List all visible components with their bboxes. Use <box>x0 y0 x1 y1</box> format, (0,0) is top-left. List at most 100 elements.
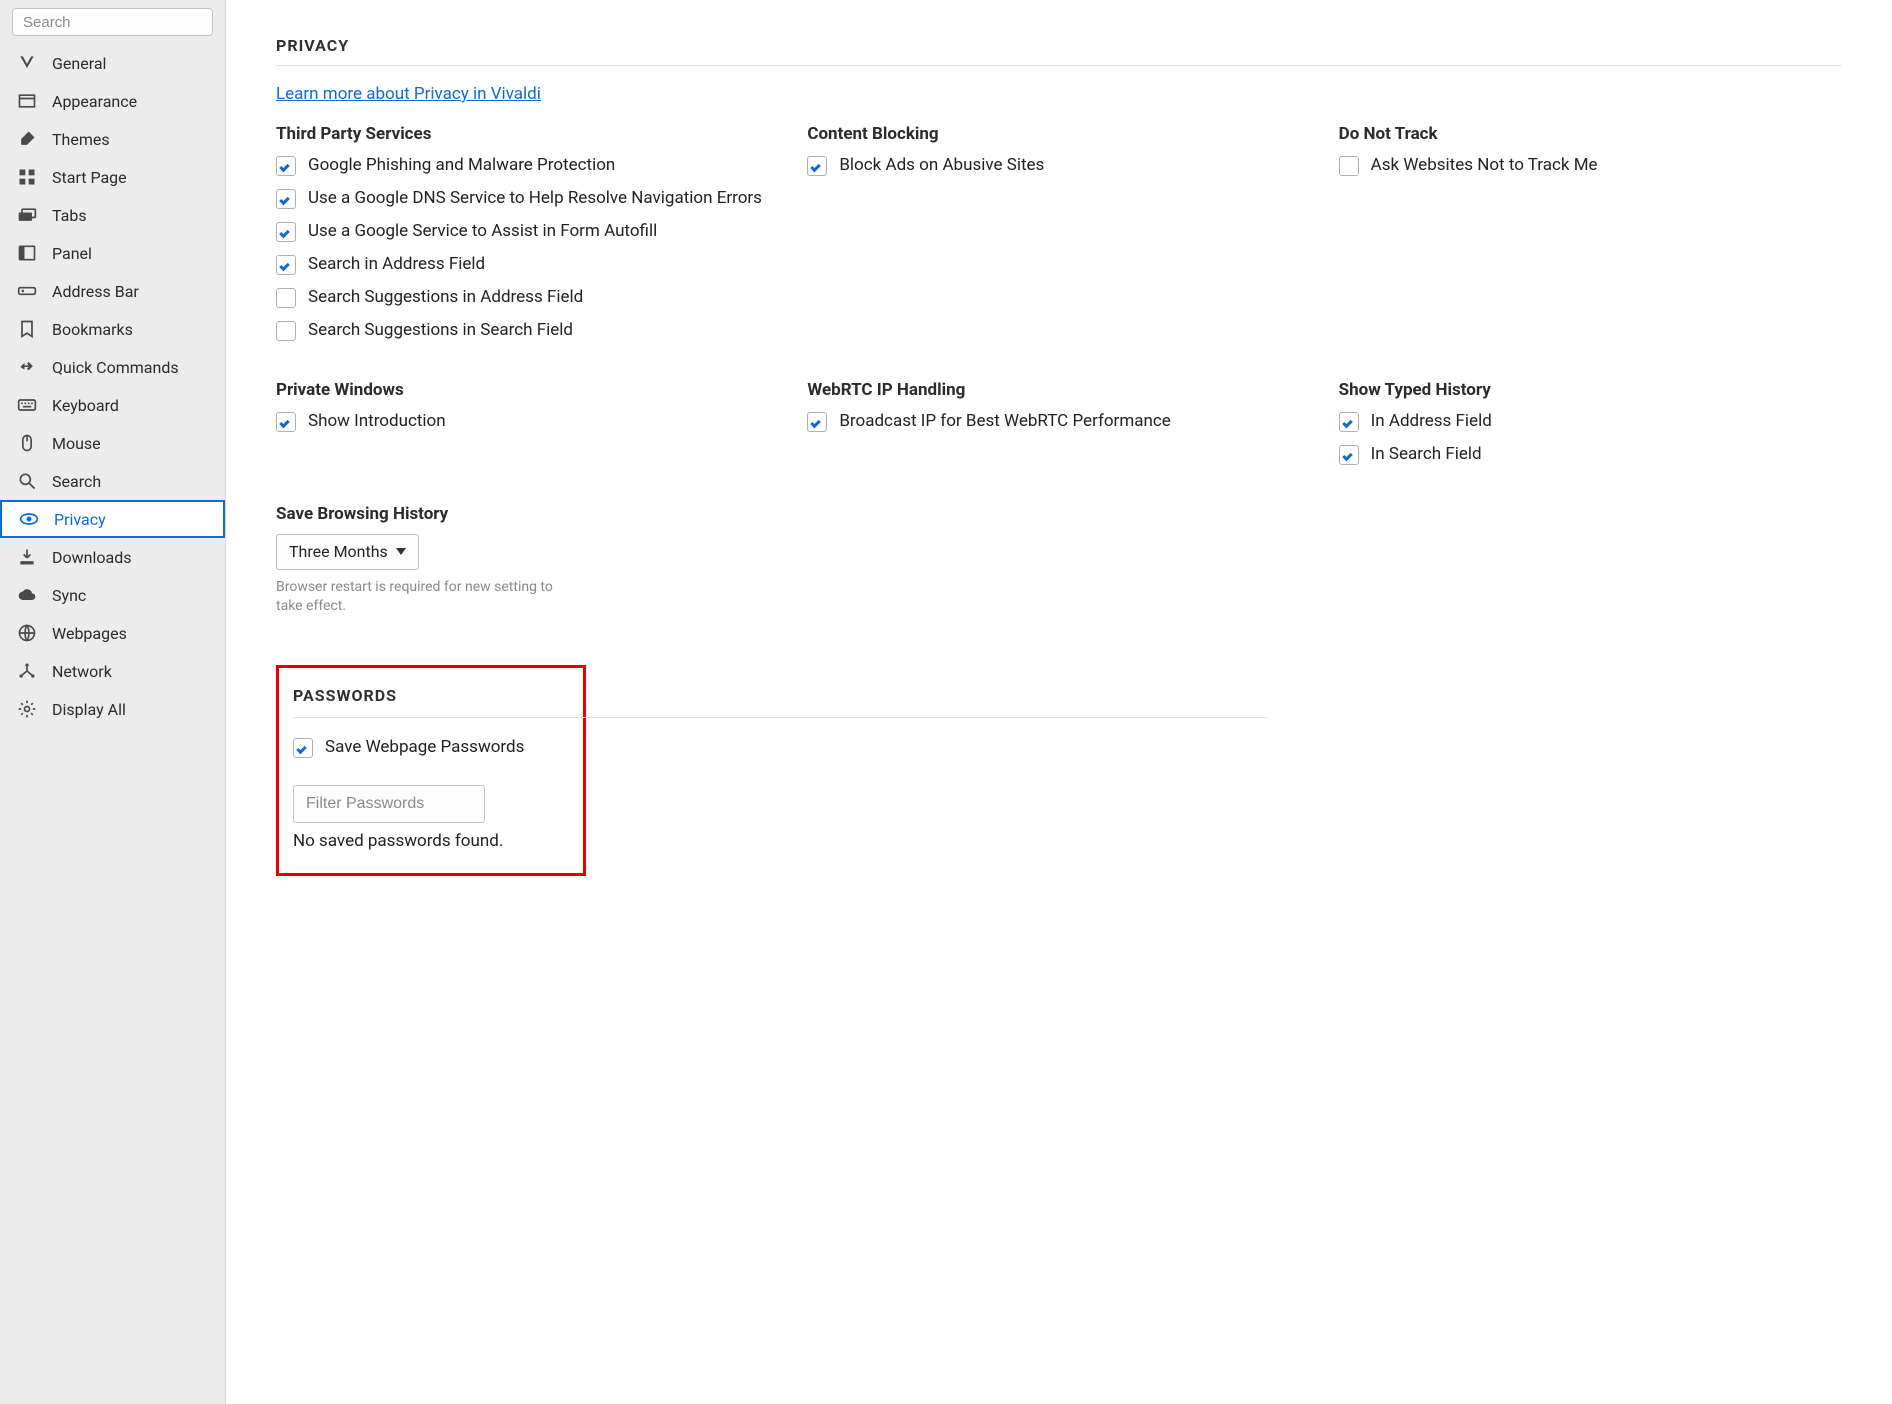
third-party-option-2[interactable]: Use a Google Service to Assist in Form A… <box>276 220 779 243</box>
sidebar-item-start-page[interactable]: Start Page <box>0 158 225 196</box>
save-history-value: Three Months <box>289 542 388 561</box>
sidebar-item-address-bar[interactable]: Address Bar <box>0 272 225 310</box>
third-party-col: Third Party Services Google Phishing and… <box>276 124 779 352</box>
sidebar-item-sync[interactable]: Sync <box>0 576 225 614</box>
save-history-block: Save Browsing History Three Months Brows… <box>276 504 1842 617</box>
third-party-checkbox-3[interactable] <box>276 255 296 275</box>
third-party-label-3: Search in Address Field <box>308 253 485 276</box>
brush-icon <box>16 128 38 150</box>
third-party-label-1: Use a Google DNS Service to Help Resolve… <box>308 187 762 210</box>
filter-passwords-input[interactable] <box>293 785 485 823</box>
do-not-track-checkbox-0[interactable] <box>1339 156 1359 176</box>
sidebar-item-label: Mouse <box>52 434 101 453</box>
privacy-top-grid: Third Party Services Google Phishing and… <box>276 124 1842 476</box>
typed-history-col: Show Typed History In Address Field In Se… <box>1339 380 1842 476</box>
sidebar-item-bookmarks[interactable]: Bookmarks <box>0 310 225 348</box>
third-party-checkbox-1[interactable] <box>276 189 296 209</box>
sidebar-item-label: Display All <box>52 700 126 719</box>
command-icon <box>16 356 38 378</box>
save-passwords-option[interactable]: Save Webpage Passwords <box>293 736 569 759</box>
sidebar-item-panel[interactable]: Panel <box>0 234 225 272</box>
typed-history-option-1[interactable]: In Search Field <box>1339 443 1842 466</box>
save-history-heading: Save Browsing History <box>276 504 1842 524</box>
sidebar-item-webpages[interactable]: Webpages <box>0 614 225 652</box>
dnt-heading: Do Not Track <box>1339 124 1842 144</box>
sidebar-item-label: Quick Commands <box>52 358 179 377</box>
eye-icon <box>18 508 40 530</box>
webrtc-checkbox-0[interactable] <box>807 412 827 432</box>
third-party-option-0[interactable]: Google Phishing and Malware Protection <box>276 154 779 177</box>
third-party-label-5: Search Suggestions in Search Field <box>308 319 573 342</box>
sidebar-item-label: Webpages <box>52 624 127 643</box>
content-blocking-label-0: Block Ads on Abusive Sites <box>839 154 1044 177</box>
typed-history-checkbox-1[interactable] <box>1339 445 1359 465</box>
third-party-checkbox-0[interactable] <box>276 156 296 176</box>
passwords-divider <box>293 717 1268 718</box>
sidebar-item-appearance[interactable]: Appearance <box>0 82 225 120</box>
webrtc-label-0: Broadcast IP for Best WebRTC Performance <box>839 410 1170 433</box>
sidebar-nav: General Appearance Themes Start Page Tabs Pan… <box>0 44 225 728</box>
third-party-label-2: Use a Google Service to Assist in Form A… <box>308 220 657 243</box>
save-history-select[interactable]: Three Months <box>276 534 419 570</box>
download-icon <box>16 546 38 568</box>
learn-more-link[interactable]: Learn more about Privacy in Vivaldi <box>276 84 541 104</box>
sidebar-item-label: General <box>52 54 106 73</box>
sidebar-item-label: Tabs <box>52 206 87 225</box>
private-windows-heading: Private Windows <box>276 380 779 400</box>
third-party-heading: Third Party Services <box>276 124 779 144</box>
sidebar-item-label: Appearance <box>52 92 137 111</box>
settings-main: PRIVACY Learn more about Privacy in Viva… <box>226 0 1892 1404</box>
sidebar-item-downloads[interactable]: Downloads <box>0 538 225 576</box>
tiles-icon <box>16 166 38 188</box>
content-blocking-checkbox-0[interactable] <box>807 156 827 176</box>
sidebar-item-mouse[interactable]: Mouse <box>0 424 225 462</box>
third-party-option-4[interactable]: Search Suggestions in Address Field <box>276 286 779 309</box>
private-windows-checkbox-0[interactable] <box>276 412 296 432</box>
sidebar-item-label: Privacy <box>54 510 106 529</box>
sidebar-item-themes[interactable]: Themes <box>0 120 225 158</box>
typed-history-option-0[interactable]: In Address Field <box>1339 410 1842 433</box>
tabs-icon <box>16 204 38 226</box>
sidebar-item-label: Downloads <box>52 548 131 567</box>
search-input[interactable] <box>12 8 213 36</box>
settings-sidebar: General Appearance Themes Start Page Tabs Pan… <box>0 0 226 1404</box>
third-party-label-0: Google Phishing and Malware Protection <box>308 154 615 177</box>
sidebar-item-search[interactable]: Search <box>0 462 225 500</box>
sidebar-item-quick-commands[interactable]: Quick Commands <box>0 348 225 386</box>
sidebar-item-label: Search <box>52 472 101 491</box>
third-party-option-1[interactable]: Use a Google DNS Service to Help Resolve… <box>276 187 779 210</box>
third-party-checkbox-4[interactable] <box>276 288 296 308</box>
third-party-option-3[interactable]: Search in Address Field <box>276 253 779 276</box>
sidebar-item-network[interactable]: Network <box>0 652 225 690</box>
content-blocking-option-0[interactable]: Block Ads on Abusive Sites <box>807 154 1310 177</box>
privacy-title: PRIVACY <box>276 36 1842 66</box>
sidebar-item-label: Address Bar <box>52 282 139 301</box>
sidebar-item-privacy[interactable]: Privacy <box>0 500 225 538</box>
third-party-checkbox-5[interactable] <box>276 321 296 341</box>
third-party-checkbox-2[interactable] <box>276 222 296 242</box>
search-icon <box>16 470 38 492</box>
third-party-label-4: Search Suggestions in Address Field <box>308 286 583 309</box>
typed-history-heading: Show Typed History <box>1339 380 1842 400</box>
privacy-section: PRIVACY Learn more about Privacy in Viva… <box>276 36 1842 617</box>
third-party-option-5[interactable]: Search Suggestions in Search Field <box>276 319 779 342</box>
vivaldi-icon <box>16 52 38 74</box>
sidebar-item-general[interactable]: General <box>0 44 225 82</box>
private-windows-label-0: Show Introduction <box>308 410 446 433</box>
sidebar-item-display-all[interactable]: Display All <box>0 690 225 728</box>
sidebar-item-tabs[interactable]: Tabs <box>0 196 225 234</box>
sidebar-item-keyboard[interactable]: Keyboard <box>0 386 225 424</box>
network-icon <box>16 660 38 682</box>
sidebar-item-label: Start Page <box>52 168 127 187</box>
webrtc-option-0[interactable]: Broadcast IP for Best WebRTC Performance <box>807 410 1310 433</box>
content-blocking-heading: Content Blocking <box>807 124 1310 144</box>
typed-history-checkbox-0[interactable] <box>1339 412 1359 432</box>
search-wrap <box>0 8 225 44</box>
address-icon <box>16 280 38 302</box>
private-windows-col: Private Windows Show Introduction <box>276 380 779 476</box>
sidebar-item-label: Network <box>52 662 112 681</box>
private-windows-option-0[interactable]: Show Introduction <box>276 410 779 433</box>
save-passwords-checkbox[interactable] <box>293 738 313 758</box>
save-history-hint: Browser restart is required for new sett… <box>276 578 576 617</box>
do-not-track-option-0[interactable]: Ask Websites Not to Track Me <box>1339 154 1842 177</box>
